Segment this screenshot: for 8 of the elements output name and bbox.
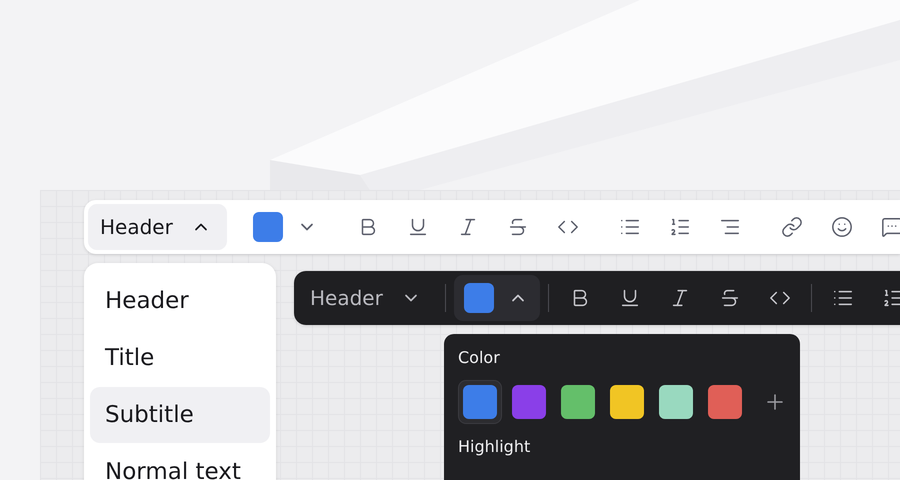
color-heading: Color (458, 348, 500, 367)
highlight-heading: Highlight (458, 437, 530, 456)
text-style-dropdown[interactable]: Header (298, 275, 437, 321)
menu-item[interactable]: Title (90, 330, 270, 386)
menu-item[interactable]: Header (90, 273, 270, 329)
menu-item[interactable]: Normal text (90, 444, 270, 480)
text-style-dropdown[interactable]: Header (88, 204, 227, 250)
menu-item[interactable]: Subtitle (90, 387, 270, 443)
